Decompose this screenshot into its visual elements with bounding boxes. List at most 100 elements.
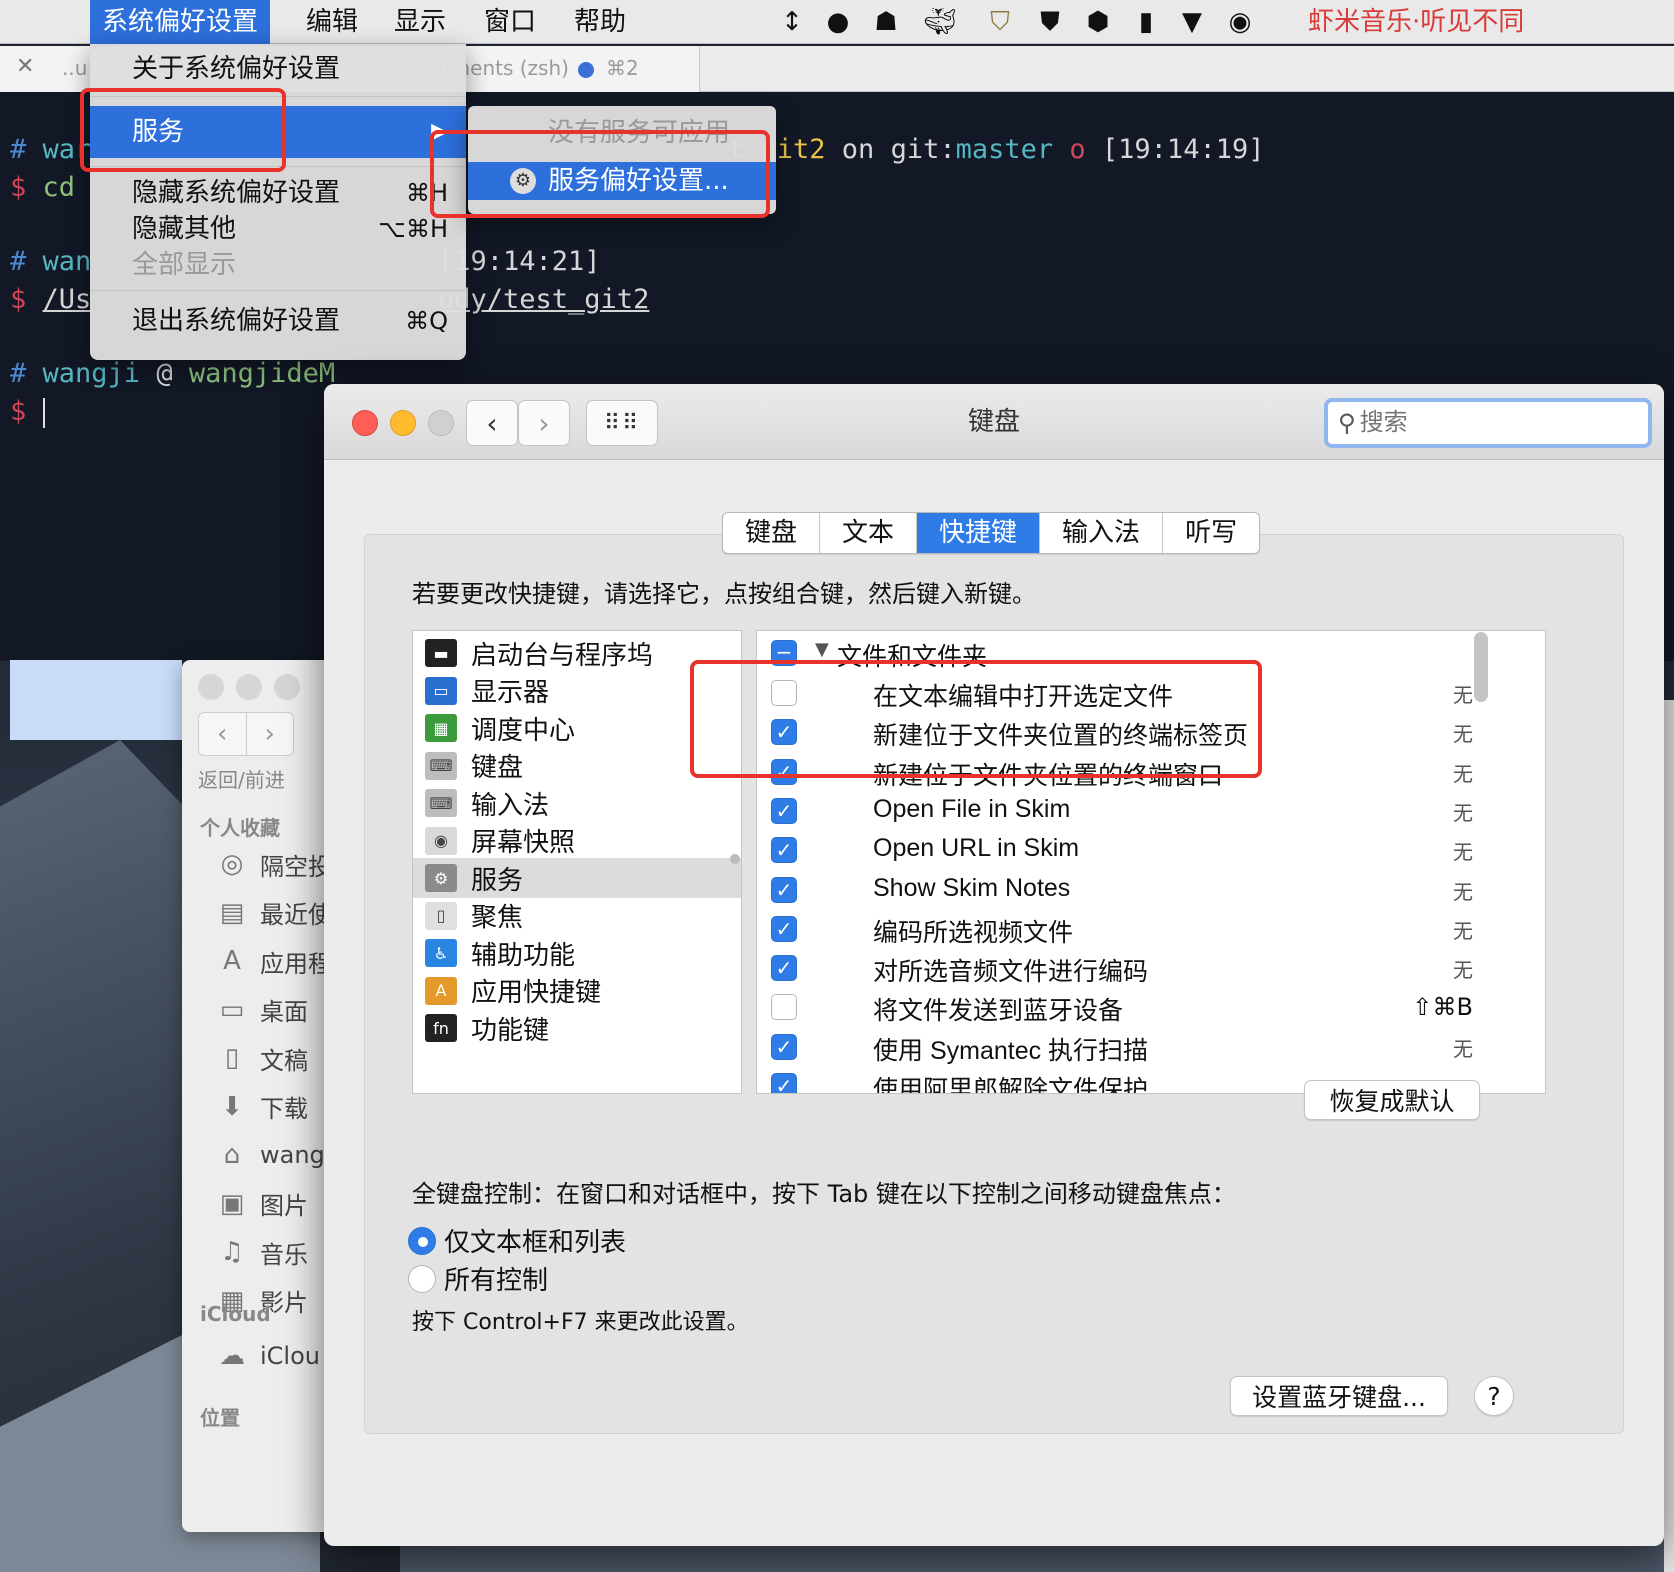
menu-item-quit[interactable]: 退出系统偏好设置 ⌘Q <box>90 302 466 340</box>
tab-keyboard[interactable]: 键盘 <box>723 513 821 553</box>
category-label: 显示器 <box>471 678 550 708</box>
close-icon[interactable]: ✕ <box>16 54 34 79</box>
vpn-arrows-icon[interactable]: ↕ <box>776 6 808 38</box>
search-input[interactable] <box>1359 409 1630 437</box>
tab-text[interactable]: 文本 <box>820 513 918 553</box>
shortcut-key[interactable]: 无 <box>1453 876 1473 905</box>
menu-window[interactable]: 窗口 <box>472 0 548 44</box>
back-forward-control[interactable]: ‹ › <box>198 712 294 756</box>
sidebar-item[interactable]: ▯ 文稿 <box>212 1036 308 1080</box>
split-handle[interactable] <box>730 854 740 864</box>
shortcut-key[interactable]: 无 <box>1453 836 1473 865</box>
setup-bluetooth-keyboard-button[interactable]: 设置蓝牙键盘... <box>1230 1376 1448 1416</box>
radio-button[interactable] <box>408 1264 436 1293</box>
docker-whale-icon[interactable]: 🐳︎ <box>924 6 957 38</box>
sidebar-item[interactable]: ▣ 图片 <box>212 1182 308 1226</box>
radio-all-controls[interactable]: 所有控制 <box>408 1260 548 1297</box>
menu-bar: 系统偏好设置 编辑 显示 窗口 帮助 ↕ ● ☗ 🐳︎ ⛉ ⛊ ⬢ ▮ ▼ ◉ … <box>0 0 1674 44</box>
checkbox[interactable]: ✓ <box>771 837 797 864</box>
checkbox[interactable] <box>771 994 797 1021</box>
tab-dictation[interactable]: 听写 <box>1163 513 1259 553</box>
help-button[interactable]: ? <box>1474 1376 1514 1416</box>
scrollbar[interactable] <box>1474 632 1488 702</box>
category-item[interactable]: ⚙ 服务 <box>413 858 741 898</box>
menu-system-preferences[interactable]: 系统偏好设置 <box>90 0 271 44</box>
disclosure-triangle-icon[interactable]: ▼ <box>815 639 829 660</box>
menu-help[interactable]: 帮助 <box>562 0 638 44</box>
sidebar-item[interactable]: A 应用程 <box>212 939 332 983</box>
sidebar-item[interactable]: ▤ 最近使 <box>212 891 332 935</box>
category-item[interactable]: fn 功能键 <box>413 1008 741 1048</box>
tab-input-sources[interactable]: 输入法 <box>1040 513 1164 553</box>
sidebar-item[interactable]: ♫ 音乐 <box>212 1230 308 1274</box>
chevron-right-icon[interactable]: › <box>247 713 294 755</box>
finder-selection-strip <box>10 660 182 740</box>
menu-item-hide[interactable]: 隐藏系统偏好设置 ⌘H <box>90 174 466 212</box>
minimize-button[interactable] <box>236 674 262 700</box>
terminal-tab-path: ..u <box>62 56 88 80</box>
checkbox[interactable]: ✓ <box>771 797 797 824</box>
v-shield-icon[interactable]: ▼ <box>1176 6 1208 38</box>
shield-icon[interactable]: ⛊ <box>1034 6 1066 38</box>
shortcut-row[interactable]: ✓ Open File in Skim 无 <box>757 791 1517 832</box>
restore-defaults-button[interactable]: 恢复成默认 <box>1304 1080 1480 1120</box>
hexagon-icon[interactable]: ⬢ <box>1082 6 1114 38</box>
xiami-music-status[interactable]: 虾米音乐·听见不同 <box>1296 0 1536 44</box>
category-item[interactable]: A 应用快捷键 <box>413 971 741 1011</box>
shortcut-key[interactable]: 无 <box>1453 1033 1473 1062</box>
hat-icon[interactable]: ☗ <box>870 6 902 38</box>
menu-item-hide-others[interactable]: 隐藏其他 ⌥⌘H <box>90 210 466 248</box>
cloud-droplet-icon[interactable]: ● <box>822 6 854 38</box>
category-item[interactable]: ◉ 屏幕快照 <box>413 821 741 861</box>
category-item[interactable]: ⌨ 输入法 <box>413 783 741 823</box>
shortcut-row[interactable]: ✓ 编码所选视频文件 无 <box>757 909 1517 950</box>
shortcut-key[interactable]: 无 <box>1453 718 1473 747</box>
chevron-left-icon[interactable]: ‹ <box>199 713 247 755</box>
shortcut-row[interactable]: ✓ Open URL in Skim 无 <box>757 830 1517 871</box>
tab-shortcuts[interactable]: 快捷键 <box>917 513 1041 553</box>
shortcut-key[interactable]: 无 <box>1453 915 1473 944</box>
zoom-button[interactable] <box>274 674 300 700</box>
shortcut-key[interactable]: 无 <box>1453 758 1473 787</box>
apple-icon[interactable] <box>24 0 48 44</box>
shortcut-key[interactable]: ⇧⌘B <box>1412 993 1473 1021</box>
sidebar-item-icloud[interactable]: ☁ iClou <box>212 1334 320 1378</box>
terminal-prompt[interactable]: $ <box>10 396 45 428</box>
phone-icon[interactable]: ▮ <box>1130 6 1162 38</box>
close-button[interactable] <box>198 674 224 700</box>
documents-icon: ▯ <box>224 1043 240 1073</box>
checkbox[interactable]: ✓ <box>771 915 797 942</box>
shortcut-row[interactable]: 将文件发送到蓝牙设备 ⇧⌘B <box>757 987 1517 1028</box>
category-item[interactable]: ♿ 辅助功能 <box>413 933 741 973</box>
shortcut-key[interactable]: 无 <box>1453 954 1473 983</box>
sidebar-item[interactable]: ▭ 桌面 <box>212 988 308 1032</box>
menu-view[interactable]: 显示 <box>382 0 458 44</box>
sidebar-item[interactable]: ◎ 隔空投 <box>212 842 332 886</box>
radio-button[interactable] <box>408 1226 436 1255</box>
menu-item-about[interactable]: 关于系统偏好设置 <box>90 50 466 88</box>
zoom-button[interactable] <box>428 410 454 436</box>
show-all-button[interactable]: ⠿⠿ <box>586 400 658 446</box>
checkbox[interactable]: ✓ <box>771 1073 797 1093</box>
category-label: 服务 <box>471 865 524 896</box>
shortcut-row[interactable]: ✓ 对所选音频文件进行编码 无 <box>757 948 1517 989</box>
back-button[interactable]: ‹ <box>466 400 518 446</box>
shortcut-key[interactable]: 无 <box>1453 797 1473 826</box>
shortcut-row[interactable]: ✓ 使用 Symantec 执行扫描 无 <box>757 1027 1517 1068</box>
sidebar-item[interactable]: ⌂ wang <box>212 1133 325 1177</box>
media-icon[interactable]: ◉ <box>1224 6 1256 38</box>
shortcut-row[interactable]: ✓ Show Skim Notes 无 <box>757 870 1517 911</box>
close-button[interactable] <box>352 410 378 436</box>
minimize-button[interactable] <box>390 410 416 436</box>
shortcut-key[interactable]: 无 <box>1453 679 1473 708</box>
menu-edit[interactable]: 编辑 <box>294 0 370 44</box>
forward-button[interactable]: › <box>518 400 570 446</box>
checkbox[interactable]: ✓ <box>771 955 797 982</box>
checkbox[interactable]: ✓ <box>771 876 797 903</box>
sidebar-item[interactable]: ⬇ 下载 <box>212 1085 308 1129</box>
shield-bars-icon[interactable]: ⛉ <box>984 6 1016 38</box>
category-item[interactable]: ▯ 聚焦 <box>413 896 741 936</box>
radio-text-boxes-lists[interactable]: 仅文本框和列表 <box>408 1222 626 1259</box>
search-field[interactable]: ⚲ <box>1324 398 1652 448</box>
checkbox[interactable]: ✓ <box>771 1033 797 1060</box>
